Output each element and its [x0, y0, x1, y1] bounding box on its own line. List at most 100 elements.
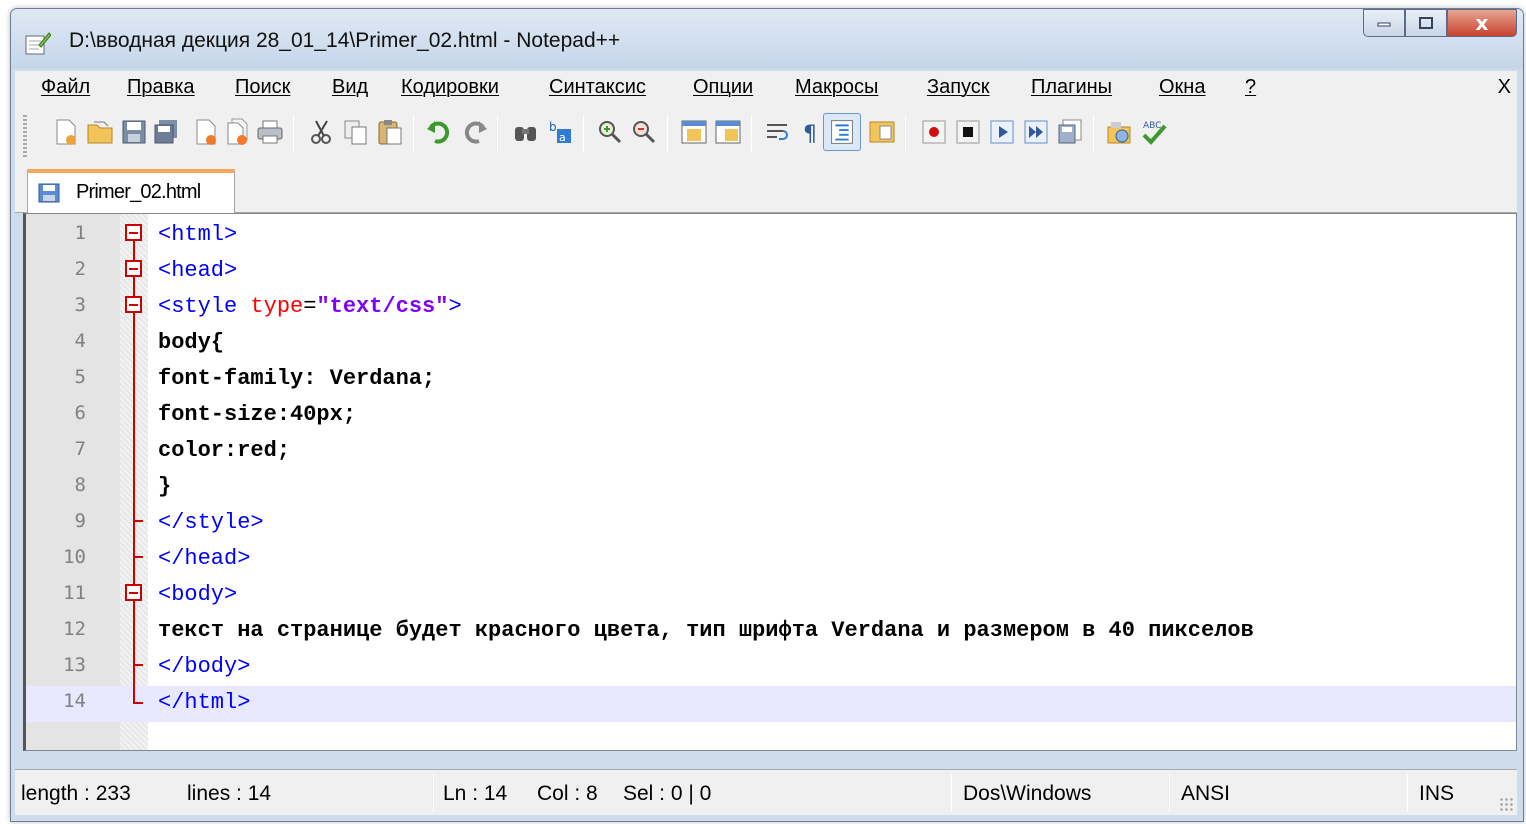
- status-eol-format[interactable]: Dos\Windows: [963, 782, 1091, 806]
- close-all-icon[interactable]: [223, 117, 253, 147]
- code-line[interactable]: 13 </body>: [26, 650, 1516, 686]
- save-all-icon[interactable]: [151, 117, 181, 147]
- toolbar: ba ¶ ABC: [15, 105, 1517, 163]
- menu-window[interactable]: Окна: [1159, 76, 1205, 99]
- code-text: font-size:40px;: [158, 402, 357, 427]
- menu-help[interactable]: ?: [1245, 76, 1256, 99]
- menu-file[interactable]: Файл: [41, 76, 90, 99]
- zoom-in-icon[interactable]: [595, 117, 625, 147]
- status-selection: Sel : 0 | 0: [623, 782, 712, 805]
- maximize-button[interactable]: [1405, 9, 1447, 37]
- status-separator: [1169, 774, 1170, 812]
- line-number: 6: [74, 402, 86, 424]
- code-line[interactable]: 5 font-family: Verdana;: [26, 362, 1516, 398]
- print-icon[interactable]: [255, 117, 285, 147]
- indent-guide-icon[interactable]: [823, 113, 861, 151]
- title-bar[interactable]: D:\вводная декция 28_01_14\Primer_02.htm…: [11, 9, 1523, 69]
- plugin-icon[interactable]: [1105, 117, 1135, 147]
- sync-horizontal-icon[interactable]: [713, 117, 743, 147]
- toolbar-grip[interactable]: [23, 113, 27, 157]
- code-line[interactable]: 12 текст на странице будет красного цвета…: [26, 614, 1516, 650]
- redo-icon[interactable]: [459, 117, 489, 147]
- status-bar: length : 233 lines : 14 Ln : 14 Col : 8 …: [15, 769, 1517, 815]
- minimize-icon: [1377, 22, 1391, 27]
- code-line[interactable]: 9 </style>: [26, 506, 1516, 542]
- window-title: D:\вводная декция 28_01_14\Primer_02.htm…: [69, 29, 621, 52]
- code-line[interactable]: 14 </html>: [26, 686, 1516, 722]
- menu-encoding[interactable]: Кодировки: [401, 76, 499, 99]
- menu-view[interactable]: Вид: [332, 76, 368, 99]
- svg-text:ABC: ABC: [1143, 121, 1161, 131]
- code-line[interactable]: 7 color:red;: [26, 434, 1516, 470]
- menu-options[interactable]: Опции: [693, 76, 753, 99]
- tab-primer-02[interactable]: Primer_02.html: [27, 169, 235, 214]
- code-text: }: [158, 474, 172, 499]
- doc-map-icon[interactable]: [867, 117, 897, 147]
- spell-check-icon[interactable]: ABC: [1139, 117, 1169, 147]
- status-encoding[interactable]: ANSI: [1181, 782, 1230, 806]
- line-number: 11: [63, 582, 86, 604]
- status-separator: [951, 774, 952, 812]
- resize-grip[interactable]: [1499, 797, 1513, 811]
- paste-icon[interactable]: [375, 117, 405, 147]
- code-line[interactable]: 8}: [26, 470, 1516, 506]
- zoom-out-icon[interactable]: [629, 117, 659, 147]
- play-macro-icon[interactable]: [987, 117, 1017, 147]
- code-line[interactable]: 4 body{: [26, 326, 1516, 362]
- menu-macros[interactable]: Макросы: [795, 76, 878, 99]
- code-line[interactable]: 3 <style type="text/css">: [26, 290, 1516, 326]
- line-number: 14: [63, 690, 86, 712]
- fold-end-tick: [133, 664, 143, 666]
- fold-toggle-head[interactable]: [125, 260, 142, 277]
- status-separator: [1407, 774, 1408, 812]
- fold-toggle-style[interactable]: [125, 296, 142, 313]
- svg-text:¶: ¶: [803, 122, 817, 147]
- menu-plugins[interactable]: Плагины: [1031, 76, 1112, 99]
- record-macro-icon[interactable]: [919, 117, 949, 147]
- fold-toggle-body[interactable]: [125, 584, 142, 601]
- line-number: 3: [74, 294, 86, 316]
- close-window-button[interactable]: x: [1447, 9, 1517, 37]
- menu-bar: Файл Правка Поиск Вид Кодировки Синтакси…: [15, 71, 1517, 105]
- toolbar-separator: [751, 115, 752, 153]
- svg-text:a: a: [559, 131, 566, 144]
- status-insert-mode[interactable]: INS: [1419, 782, 1454, 806]
- status-column: Col : 8: [537, 782, 598, 805]
- fold-toggle-html[interactable]: [125, 224, 142, 241]
- toolbar-separator: [667, 115, 668, 153]
- code-line[interactable]: 2 <head>: [26, 254, 1516, 290]
- copy-icon[interactable]: [341, 117, 371, 147]
- menu-search[interactable]: Поиск: [235, 76, 290, 99]
- fold-end-tick: [133, 556, 143, 558]
- line-number: 7: [74, 438, 86, 460]
- toolbar-separator: [905, 115, 906, 153]
- line-number: 5: [74, 366, 86, 388]
- word-wrap-icon[interactable]: [763, 117, 793, 147]
- save-icon[interactable]: [119, 117, 149, 147]
- code-text: body{: [158, 330, 225, 355]
- close-document-button[interactable]: X: [1498, 76, 1511, 99]
- replace-icon[interactable]: ba: [545, 117, 575, 147]
- menu-run[interactable]: Запуск: [927, 76, 990, 99]
- close-icon[interactable]: [191, 117, 221, 147]
- minimize-button[interactable]: [1363, 9, 1405, 37]
- undo-icon[interactable]: [425, 117, 455, 147]
- saved-file-icon: [38, 183, 60, 203]
- run-macro-multiple-icon[interactable]: [1021, 117, 1051, 147]
- menu-syntax[interactable]: Синтаксис: [549, 76, 646, 99]
- code-line[interactable]: 1 <html>: [26, 218, 1516, 254]
- open-file-icon[interactable]: [85, 117, 115, 147]
- code-line[interactable]: 11 <body>: [26, 578, 1516, 614]
- code-line[interactable]: 10 </head>: [26, 542, 1516, 578]
- find-icon[interactable]: [511, 117, 541, 147]
- sync-vertical-icon[interactable]: [679, 117, 709, 147]
- code-line[interactable]: 6 font-size:40px;: [26, 398, 1516, 434]
- new-file-icon[interactable]: [51, 117, 81, 147]
- save-macro-icon[interactable]: [1055, 117, 1085, 147]
- code-editor[interactable]: 1 <html> 2 <head> 3 <style type="text/css"> 4 b…: [23, 213, 1517, 751]
- cut-icon[interactable]: [307, 117, 337, 147]
- show-all-chars-icon[interactable]: ¶: [795, 117, 825, 147]
- stop-macro-icon[interactable]: [953, 117, 983, 147]
- menu-edit[interactable]: Правка: [127, 76, 195, 99]
- status-separator: [433, 774, 434, 812]
